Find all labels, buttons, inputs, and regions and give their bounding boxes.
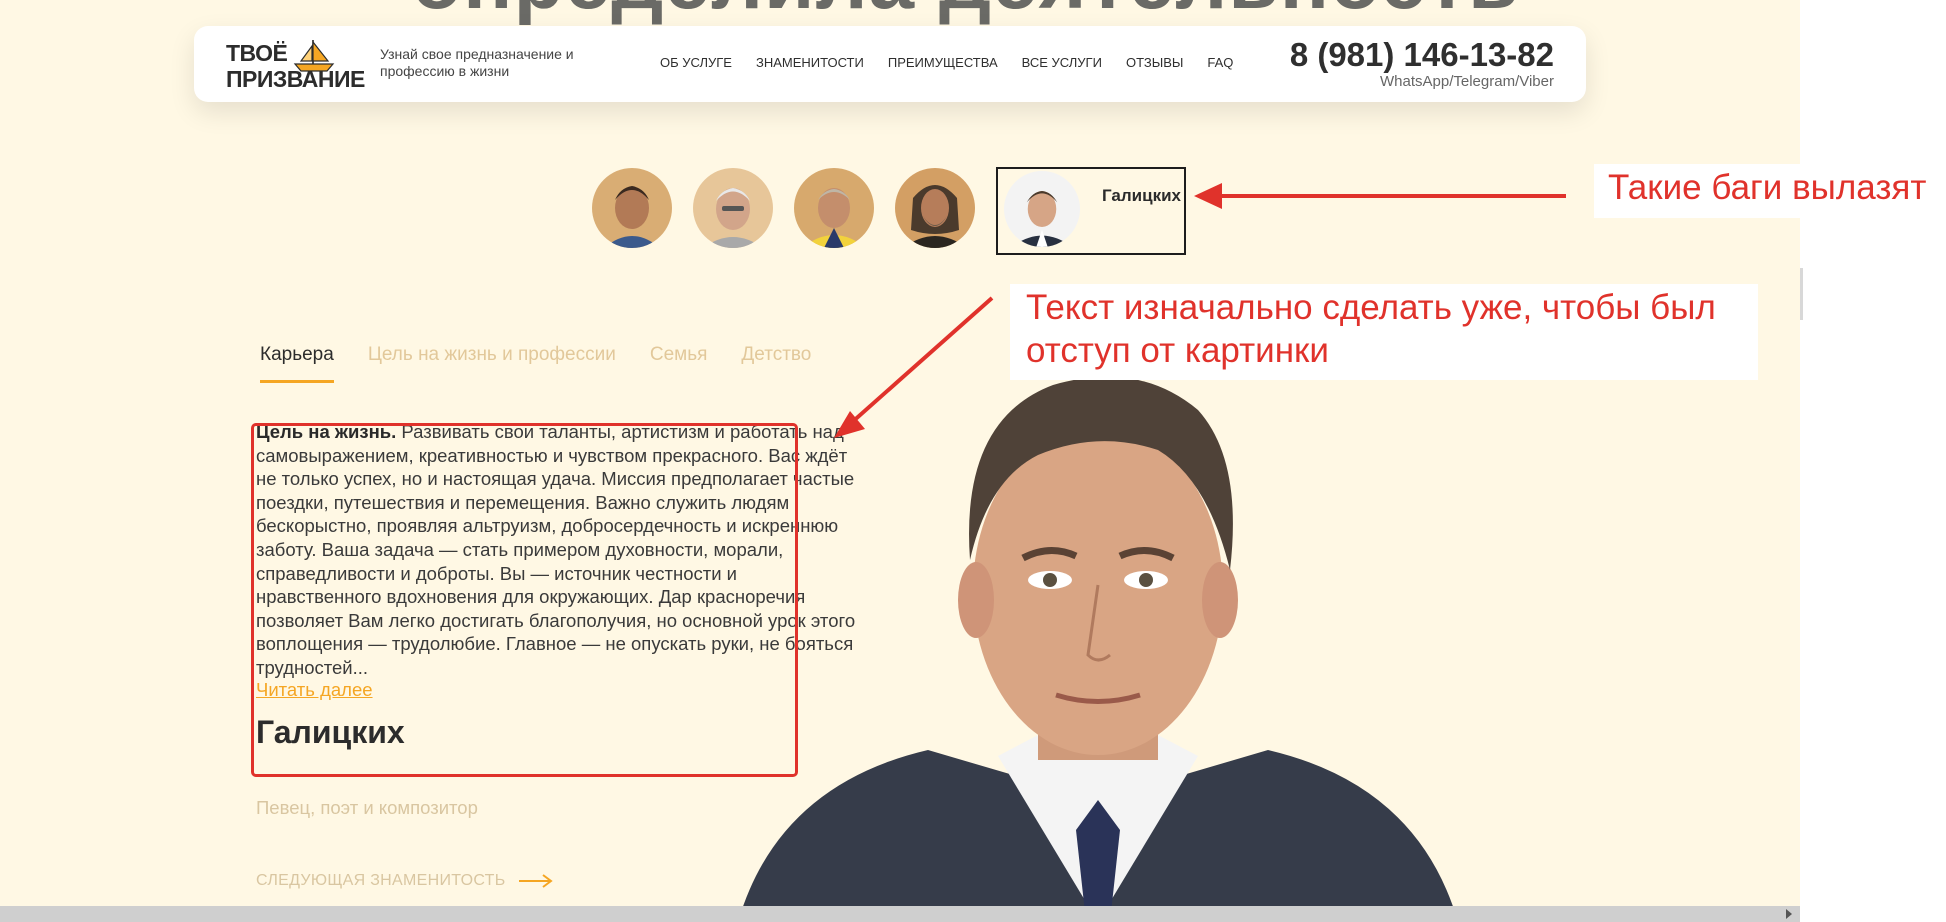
celebrity-avatar-active (1004, 171, 1080, 247)
offscreen-area (1800, 0, 1946, 922)
annotation-bug-text: Такие баги вылазят (1608, 168, 1927, 207)
celebrity-avatar-1[interactable] (592, 168, 672, 248)
tab-life-purpose[interactable]: Цель на жизнь и профессии (368, 344, 616, 383)
tab-career[interactable]: Карьера (260, 344, 334, 383)
nav-item-advantages[interactable]: ПРЕИМУЩЕСТВА (888, 55, 998, 70)
active-celebrity-card[interactable]: Галицких (996, 167, 1186, 255)
contact-block: 8 (981) 146-13-82 WhatsApp/Telegram/Vibe… (1290, 36, 1554, 90)
nav-item-about[interactable]: ОБ УСЛУГЕ (660, 55, 732, 70)
section-heading: определила деятельность (412, 0, 1519, 28)
celebrity-photo-3 (794, 168, 874, 248)
site-header: ТВОЁ ПРИЗВАНИЕ Узнай свое предназначение… (194, 26, 1586, 102)
main-nav: ОБ УСЛУГЕ ЗНАМЕНИТОСТИ ПРЕИМУЩЕСТВА ВСЕ … (660, 55, 1233, 70)
active-celebrity-name: Галицких (1102, 186, 1181, 205)
celebrity-photo-4 (895, 168, 975, 248)
nav-item-faq[interactable]: FAQ (1207, 55, 1233, 70)
logo[interactable]: ТВОЁ ПРИЗВАНИЕ (226, 40, 376, 96)
annotation-text-note: Текст изначально сделать уже, чтобы был … (1026, 288, 1716, 370)
nav-item-all-services[interactable]: ВСЕ УСЛУГИ (1022, 55, 1102, 70)
scroll-right-arrow-icon[interactable] (1786, 909, 1792, 919)
bio-tabs: Карьера Цель на жизнь и профессии Семья … (260, 344, 811, 383)
celebrity-photo-active (1004, 171, 1080, 247)
next-celebrity-label: СЛЕДУЮЩАЯ ЗНАМЕНИТОСТЬ (256, 872, 506, 889)
arrow-right-icon (518, 874, 553, 888)
vertical-scrollbar-thumb[interactable] (1800, 268, 1803, 320)
nav-item-celebrities[interactable]: ЗНАМЕНИТОСТИ (756, 55, 864, 70)
annotation-highlight-rect (251, 423, 798, 777)
nav-item-reviews[interactable]: ОТЗЫВЫ (1126, 55, 1183, 70)
sailboat-icon (293, 40, 335, 72)
messengers-label: WhatsApp/Telegram/Viber (1380, 73, 1554, 90)
celebrity-avatar-2[interactable] (693, 168, 773, 248)
celebrity-avatar-3[interactable] (794, 168, 874, 248)
celebrity-avatar-4[interactable] (895, 168, 975, 248)
phone-number[interactable]: 8 (981) 146-13-82 (1290, 36, 1554, 74)
tab-family[interactable]: Семья (650, 344, 708, 383)
celebrity-role: Певец, поэт и композитор (256, 797, 478, 818)
horizontal-scrollbar[interactable] (0, 906, 1800, 922)
celebrity-photo-2 (693, 168, 773, 248)
tagline: Узнай свое предназначение и профессию в … (380, 46, 574, 79)
next-celebrity-button[interactable]: СЛЕДУЮЩАЯ ЗНАМЕНИТОСТЬ (256, 872, 554, 890)
celebrity-photo-1 (592, 168, 672, 248)
